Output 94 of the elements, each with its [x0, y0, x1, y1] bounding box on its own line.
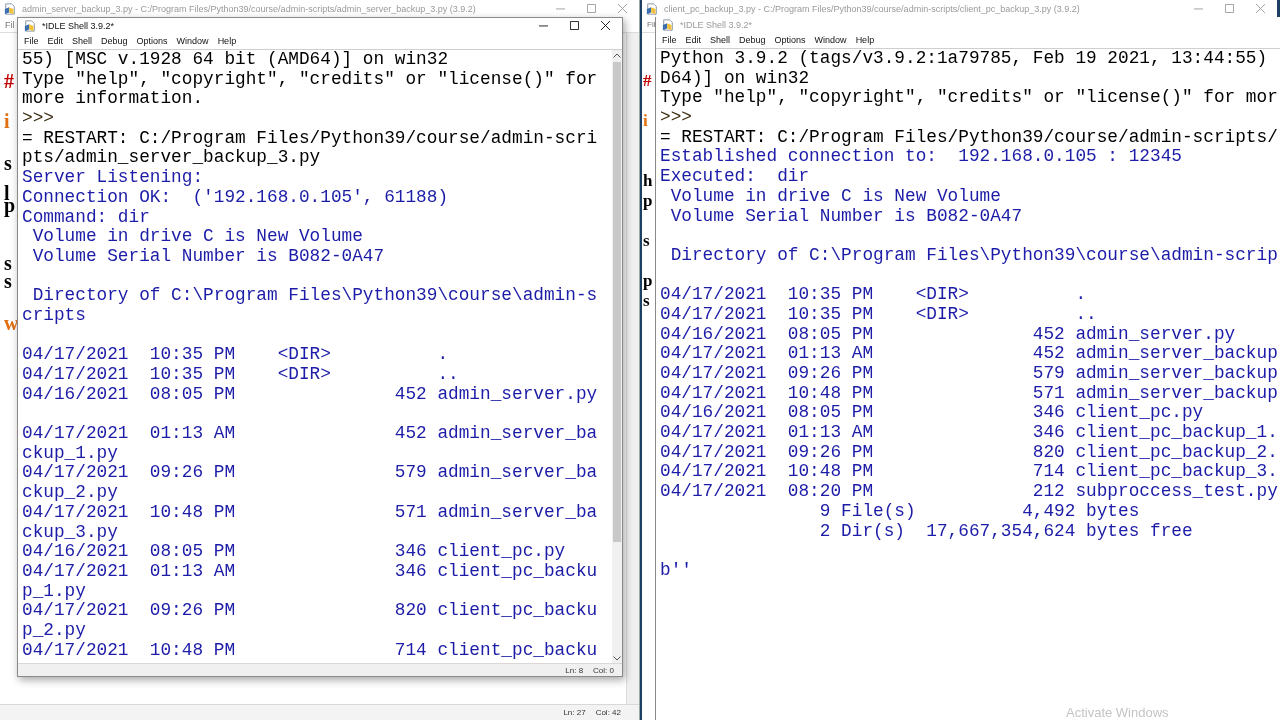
- output-line: Connection OK: ('192.168.0.105', 61188): [22, 187, 450, 208]
- output-line: ckup_3.py: [22, 522, 119, 543]
- menu-item[interactable]: Debug: [101, 36, 128, 46]
- scrollbar-thumb[interactable]: [613, 62, 621, 542]
- code-fragment: w: [4, 313, 19, 333]
- code-fragment: s: [4, 271, 12, 291]
- output-line: p_2.py: [22, 620, 87, 641]
- menu-item[interactable]: Edit: [47, 36, 64, 46]
- shell-line: Python 3.9.2 (tags/v3.9.2:1a79785, Feb 19 2021, 13:44:55): [660, 49, 1269, 69]
- output-line: ckup_2.py: [22, 483, 119, 503]
- code-fragment: p: [643, 271, 653, 291]
- shell-line: more information.: [22, 89, 205, 110]
- code-fragment: p: [643, 191, 653, 211]
- menu-item[interactable]: Help: [855, 35, 875, 45]
- shell-line: pts/admin_server_backup_3.py: [22, 148, 322, 169]
- output-line: Command: dir: [22, 207, 151, 228]
- output-line: 04/17/2021 09:26 PM 579 admin_server_ba: [22, 463, 599, 484]
- output-line: 04/17/2021 01:13 AM 346 client_pc_backup_1.: [660, 423, 1279, 443]
- output-line: Server Listening:: [22, 168, 205, 188]
- output-line: Established connection to: 192.168.0.105 : 12345: [660, 147, 1183, 168]
- output-line: Executed: dir: [660, 167, 811, 187]
- shell-line: Type "help", "copyright", "credits" or "license()" for: [22, 69, 599, 90]
- output-line: 04/17/2021 10:35 PM <DIR> .: [660, 285, 1088, 305]
- menu-item[interactable]: File: [662, 35, 677, 45]
- scroll-down-icon[interactable]: [612, 653, 622, 663]
- window-title: *IDLE Shell 3.9.2*: [42, 20, 115, 31]
- output-line: Volume Serial Number is B082-0A47: [669, 206, 1024, 227]
- output-line: Volume Serial Number is B082-0A47: [31, 246, 386, 267]
- menu-item[interactable]: Options: [136, 36, 168, 46]
- output-line: 04/17/2021 01:13 AM 452 admin_server_backup: [660, 344, 1279, 364]
- output-line: 04/17/2021 10:48 PM 714 client_pc_backu: [22, 640, 599, 661]
- close-icon[interactable]: [601, 21, 610, 30]
- output-line: 04/17/2021 09:26 PM 579 admin_server_backup: [660, 364, 1279, 384]
- output-line: Directory of C:\Program Files\Python39\course\admin-s: [31, 286, 599, 306]
- menu-item[interactable]: Edit: [685, 35, 702, 45]
- column-status: Col: 42: [595, 708, 621, 717]
- output-line: 04/17/2021 10:48 PM 571 admin_server_backup: [660, 383, 1279, 404]
- output-line: Volume in drive C is New Volume: [669, 186, 1002, 207]
- shell-prompt: >>>: [660, 108, 693, 128]
- output-line: Volume in drive C is New Volume: [31, 227, 364, 247]
- output-line: cripts: [22, 305, 87, 326]
- line-number-status: Ln: 27: [563, 708, 586, 717]
- output-line: 04/17/2021 09:26 PM 820 client_pc_backup_2.: [660, 442, 1279, 463]
- shell-line: 55) [MSC v.1928 64 bit (AMD64)] on win32: [22, 50, 450, 70]
- output-line: 2 Dir(s) 17,667,354,624 bytes free: [818, 521, 1194, 542]
- code-fragment: s: [4, 253, 12, 273]
- output-line: b'': [660, 560, 693, 581]
- output-line: 04/17/2021 01:13 AM 452 admin_server_ba: [22, 424, 599, 444]
- menu-item[interactable]: Help: [217, 36, 237, 46]
- output-line: p_1.py: [22, 581, 87, 602]
- code-fragment: i: [4, 111, 10, 131]
- code-fragment: i: [643, 111, 648, 131]
- window-title: *IDLE Shell 3.9.2*: [680, 19, 753, 30]
- menu-item[interactable]: Options: [774, 35, 806, 45]
- menu-item[interactable]: Debug: [739, 35, 766, 45]
- output-line: 9 File(s) 4,492 bytes: [818, 501, 1141, 522]
- output-line: 04/17/2021 10:35 PM <DIR> .: [22, 345, 450, 365]
- output-line: 04/17/2021 08:20 PM 212 subproccess_test.py: [660, 482, 1279, 502]
- shell-line: = RESTART: C:/Program Files/Python39/course/admin-scripts/: [660, 127, 1279, 148]
- menu-item[interactable]: File: [24, 36, 39, 46]
- shell-prompt: >>>: [22, 109, 55, 129]
- menu-item[interactable]: Fil: [5, 19, 15, 30]
- output-line: 04/17/2021 10:48 PM 571 admin_server_ba: [22, 502, 599, 523]
- shell-line: D64)] on win32: [660, 68, 811, 89]
- output-line: 04/17/2021 09:26 PM 820 client_pc_backu: [22, 601, 599, 621]
- scrollbar[interactable]: [626, 33, 639, 704]
- code-fragment: #: [643, 71, 652, 91]
- column-status: Col: 0: [593, 665, 614, 675]
- menu-item[interactable]: Window: [814, 35, 847, 45]
- menu-item[interactable]: Shell: [710, 35, 731, 45]
- shell-line: Type "help", "copyright", "credits" or "license()" for mor: [660, 88, 1279, 109]
- activation-notice: Activate Windows: [1066, 705, 1169, 720]
- line-number-status: Ln: 8: [565, 665, 584, 675]
- code-fragment: s: [643, 231, 650, 251]
- output-line: 04/17/2021 10:48 PM 714 client_pc_backup_3.: [660, 462, 1279, 483]
- shell-line: = RESTART: C:/Program Files/Python39/course/admin-scri: [22, 128, 599, 149]
- output-line: 04/17/2021 10:35 PM <DIR> ..: [660, 304, 1098, 325]
- output-line: 04/16/2021 08:05 PM 452 admin_server.py: [660, 324, 1237, 345]
- output-line: Directory of C:\Program Files\Python39\course\admin-scrip: [669, 245, 1279, 266]
- window-title: client_pc_backup_3.py - C:/Program Files/Python39/course/admin-scripts/client_pc_backup_3.py (3.9.2): [664, 3, 1080, 14]
- code-fragment: s: [4, 153, 12, 173]
- window-title: admin_server_backup_3.py - C:/Program Files/Python39/course/admin-scripts/admin_server_backup_3.py (3.9.2): [22, 3, 476, 14]
- code-fragment: s: [643, 291, 650, 311]
- output-line: 04/17/2021 10:35 PM <DIR> ..: [22, 365, 460, 385]
- menu-item[interactable]: Window: [176, 36, 209, 46]
- output-line: 04/16/2021 08:05 PM 452 admin_server.py: [22, 384, 599, 405]
- output-line: 04/16/2021 08:05 PM 346 client_pc.py: [660, 403, 1205, 424]
- output-line: 04/17/2021 01:13 AM 346 client_pc_backu: [22, 561, 599, 582]
- menu-item[interactable]: Fil: [647, 20, 656, 29]
- code-fragment: #: [4, 71, 14, 91]
- output-line: 04/16/2021 08:05 PM 346 client_pc.py: [22, 542, 567, 562]
- menu-item[interactable]: Shell: [72, 36, 93, 46]
- output-line: ckup_1.py: [22, 443, 119, 464]
- code-fragment: h: [643, 171, 653, 191]
